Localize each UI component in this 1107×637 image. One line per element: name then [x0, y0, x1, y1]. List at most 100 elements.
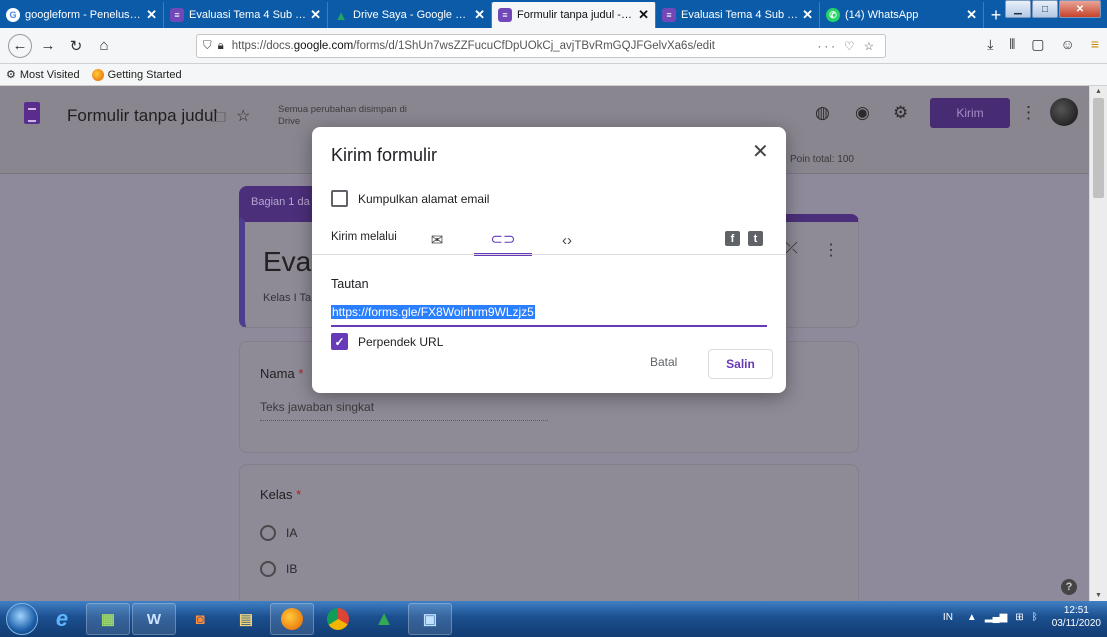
tab-evaluasi-1[interactable]: ≡ Evaluasi Tema 4 Sub Tema ✕ — [164, 2, 328, 28]
navigation-bar: ← → ↻ ⌂ ⛉ 🔒︎ https://docs.google.com/for… — [0, 28, 1107, 64]
close-tab-icon[interactable]: ✕ — [474, 7, 485, 23]
collect-email-checkbox[interactable]: Kumpulkan alamat email — [331, 190, 489, 207]
word-icon[interactable]: W — [132, 603, 176, 635]
address-bar[interactable]: ⛉ 🔒︎ https://docs.google.com/forms/d/1Sh… — [196, 34, 886, 58]
tab-google-search[interactable]: G googleform - Penelusuran ✕ — [0, 2, 164, 28]
bookmark-label: Getting Started — [107, 68, 182, 81]
more-vert-icon[interactable]: ⋮ — [1020, 103, 1037, 123]
forms-icon: ≡ — [498, 8, 512, 22]
tracking-shield-icon[interactable]: ⛉ — [203, 40, 212, 53]
media-player-icon[interactable]: ◙ — [178, 603, 222, 635]
drive-app-icon[interactable]: ▲ — [362, 603, 406, 635]
avatar[interactable] — [1050, 98, 1078, 126]
drive-icon: ▲ — [334, 7, 348, 23]
spreadsheet-app-icon[interactable]: ▦ — [86, 603, 130, 635]
tab-evaluasi-2[interactable]: ≡ Evaluasi Tema 4 Sub Tema ✕ — [656, 2, 820, 28]
close-tab-icon[interactable]: ✕ — [802, 7, 813, 23]
email-icon[interactable]: ✉ — [408, 225, 466, 255]
radio-button[interactable] — [260, 561, 276, 577]
date: 03/11/2020 — [1051, 618, 1101, 629]
more-vert-icon[interactable]: ⋮ — [823, 240, 839, 260]
start-button[interactable] — [6, 603, 38, 635]
close-tab-icon[interactable]: ✕ — [638, 7, 649, 23]
collapse-icon[interactable]: ⤫ — [785, 240, 798, 258]
forward-button[interactable]: → — [36, 34, 60, 58]
form-header-description[interactable]: Kelas I Ta — [263, 292, 311, 304]
star-icon[interactable]: ☆ — [236, 106, 250, 126]
download-icon[interactable]: ⤓ — [987, 36, 993, 53]
checkbox-label: Perpendek URL — [358, 334, 444, 349]
lock-icon[interactable]: 🔒︎ — [218, 40, 224, 53]
forms-logo-icon[interactable] — [24, 102, 40, 124]
scrollbar-thumb[interactable] — [1093, 98, 1104, 198]
internet-explorer-icon[interactable]: e — [40, 603, 84, 635]
option-label: IB — [286, 562, 298, 576]
forms-icon: ≡ — [662, 8, 676, 22]
window-controls: ▁ □ ✕ — [1004, 0, 1101, 18]
checkbox-label: Kumpulkan alamat email — [358, 191, 490, 206]
radio-option[interactable]: IA — [260, 525, 297, 541]
network-icon[interactable]: ⊞ — [1015, 612, 1023, 623]
shorten-url-checkbox[interactable]: ✓ Perpendek URL — [331, 333, 443, 350]
bookmark-most-visited[interactable]: ⚙ Most Visited — [6, 68, 80, 82]
form-title[interactable]: Formulir tanpa judul — [67, 106, 217, 126]
maximize-button[interactable]: □ — [1032, 0, 1058, 18]
tab-whatsapp[interactable]: ✆ (14) WhatsApp ✕ — [820, 2, 984, 28]
cancel-button[interactable]: Batal — [650, 355, 677, 369]
link-value[interactable]: https://forms.gle/FX8Woirhrm9WLzjz5 — [331, 305, 535, 319]
tab-untitled-form[interactable]: ≡ Formulir tanpa judul - Goo ✕ — [492, 2, 656, 28]
home-button[interactable]: ⌂ — [92, 34, 116, 58]
tab-google-drive[interactable]: ▲ Drive Saya - Google Drive ✕ — [328, 2, 492, 28]
tab-title: Evaluasi Tema 4 Sub Tema — [189, 9, 307, 21]
close-tab-icon[interactable]: ✕ — [966, 7, 977, 23]
language-indicator[interactable]: IN — [943, 612, 953, 623]
checkmark-icon[interactable]: ✓ — [331, 333, 348, 350]
bookmark-getting-started[interactable]: Getting Started — [91, 68, 182, 81]
scroll-up-icon[interactable]: ▲ — [1095, 88, 1102, 95]
tray-arrow-icon[interactable]: ▲ — [967, 612, 977, 623]
gear-icon: ⚙ — [6, 69, 16, 81]
chrome-icon[interactable] — [316, 603, 360, 635]
bluetooth-icon[interactable]: ᛒ — [1032, 612, 1038, 623]
question-card-kelas[interactable]: Kelas * IA IB — [239, 464, 859, 601]
checkbox[interactable] — [331, 190, 348, 207]
question-label: Kelas * — [260, 487, 302, 502]
system-tray: IN ▲ ▂▄▆ ⊞ ᛒ 12:51 03/11/2020 — [943, 604, 1101, 630]
sidebar-icon[interactable]: ▢ — [1031, 36, 1044, 53]
account-icon[interactable]: ☺ — [1061, 36, 1075, 53]
picture-viewer-icon[interactable]: ▣ — [408, 603, 452, 635]
file-explorer-icon[interactable]: ▤ — [224, 603, 268, 635]
preview-eye-icon[interactable]: ◉ — [855, 103, 870, 123]
folder-icon[interactable]: 🗀 — [210, 106, 226, 133]
page-actions-icon[interactable]: ··· ♡ ☆ — [818, 39, 878, 53]
page-scrollbar[interactable]: ▲ ▼ — [1089, 86, 1107, 601]
close-tab-icon[interactable]: ✕ — [146, 7, 157, 23]
library-icon[interactable]: ⫴ — [1009, 36, 1015, 53]
close-window-button[interactable]: ✕ — [1059, 0, 1101, 18]
firefox-icon[interactable] — [270, 603, 314, 635]
settings-gear-icon[interactable]: ⚙ — [893, 103, 908, 123]
time: 12:51 — [1063, 605, 1089, 616]
clock[interactable]: 12:51 03/11/2020 — [1052, 604, 1101, 630]
scroll-down-icon[interactable]: ▼ — [1095, 592, 1102, 599]
back-button[interactable]: ← — [8, 33, 32, 58]
copy-button[interactable]: Salin — [708, 349, 773, 379]
twitter-icon[interactable]: t — [748, 231, 763, 246]
reload-button[interactable]: ↻ — [64, 34, 88, 58]
menu-icon[interactable]: ≡ — [1091, 36, 1099, 53]
close-tab-icon[interactable]: ✕ — [310, 7, 321, 23]
embed-icon[interactable]: ‹› — [538, 225, 596, 255]
signal-icon[interactable]: ▂▄▆ — [985, 612, 1007, 623]
minimize-button[interactable]: ▁ — [1005, 0, 1031, 18]
palette-icon[interactable]: ◍ — [815, 103, 830, 123]
help-icon[interactable]: ? — [1061, 579, 1077, 595]
link-icon[interactable]: ⊂⊃ — [474, 225, 532, 256]
radio-option[interactable]: IB — [260, 561, 297, 577]
send-button[interactable]: Kirim — [930, 98, 1010, 128]
close-icon[interactable]: ✕ — [752, 139, 769, 164]
radio-button[interactable] — [260, 525, 276, 541]
link-field[interactable]: https://forms.gle/FX8Woirhrm9WLzjz5 — [331, 305, 767, 327]
facebook-icon[interactable]: f — [725, 231, 740, 246]
bookmark-label: Most Visited — [19, 68, 80, 81]
link-label: Tautan — [331, 277, 369, 291]
